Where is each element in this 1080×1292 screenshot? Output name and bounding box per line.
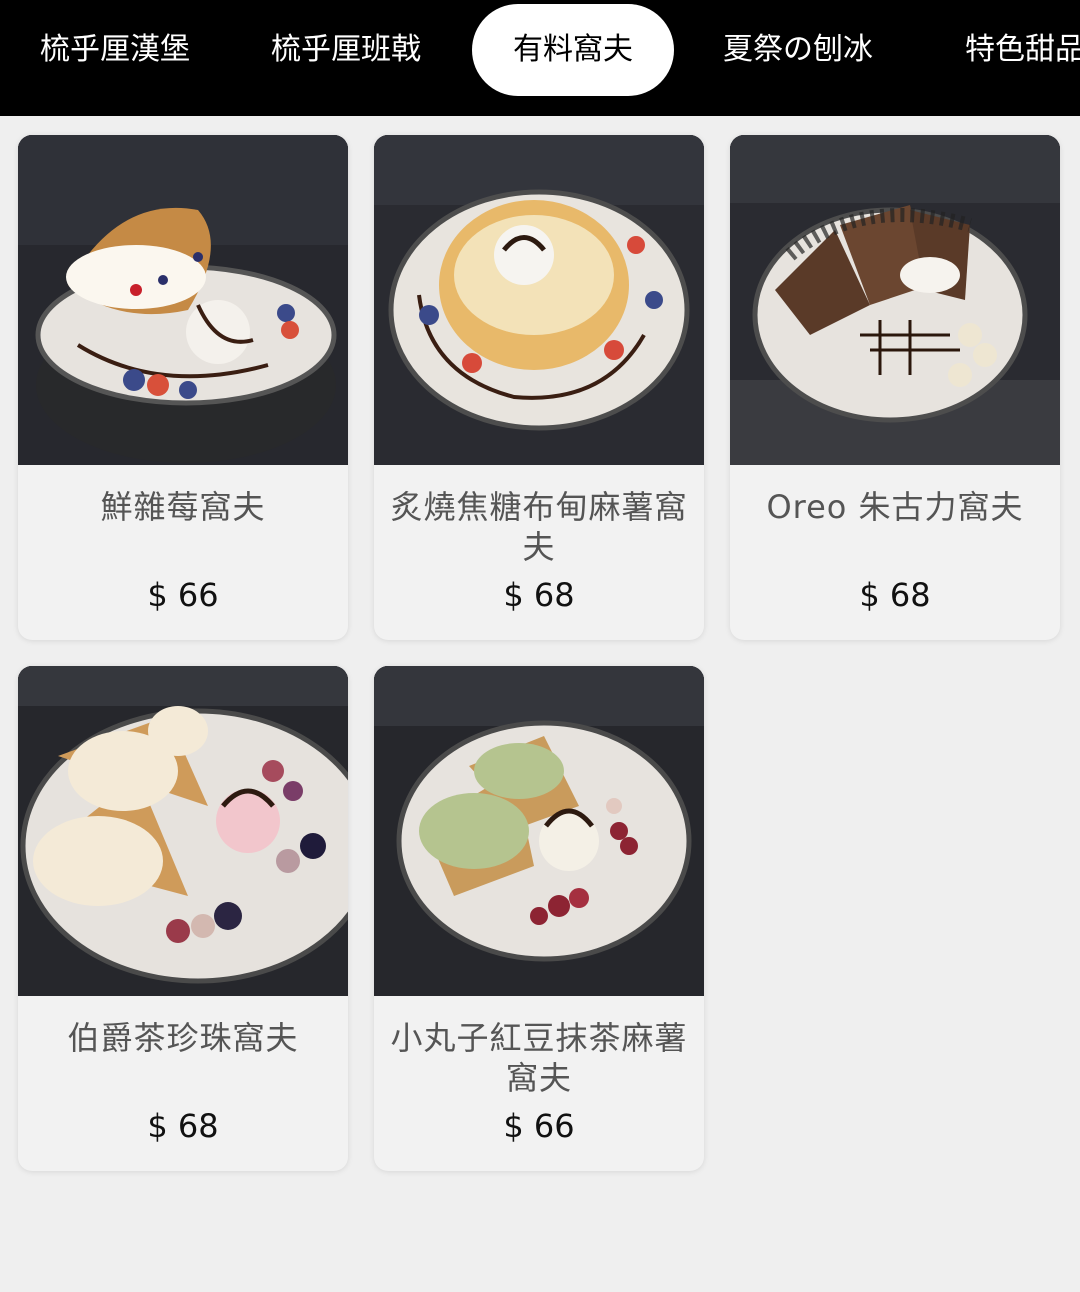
product-price: $ 68 bbox=[859, 576, 931, 614]
product-photo bbox=[18, 135, 348, 465]
tab-waffles[interactable]: 有料窩夫 bbox=[472, 4, 674, 96]
product-name: Oreo 朱古力窩夫 bbox=[766, 488, 1024, 526]
product-price: $ 68 bbox=[147, 1107, 219, 1145]
product-price: $ 66 bbox=[503, 1107, 575, 1145]
product-name: 小丸子紅豆抹茶麻薯窩夫 bbox=[390, 1019, 688, 1097]
product-card[interactable]: 小丸子紅豆抹茶麻薯窩夫 $ 66 bbox=[374, 666, 704, 1171]
product-card[interactable]: Oreo 朱古力窩夫 $ 68 bbox=[730, 135, 1060, 640]
category-tab-bar: 梳乎厘漢堡 梳乎厘班戟 有料窩夫 夏祭の刨冰 特色甜品 bbox=[0, 0, 1080, 116]
product-name: 伯爵茶珍珠窩夫 bbox=[67, 1019, 299, 1057]
tab-souffle-burger[interactable]: 梳乎厘漢堡 bbox=[0, 4, 230, 96]
product-card[interactable]: 鮮雜莓窩夫 $ 66 bbox=[18, 135, 348, 640]
tab-shaved-ice[interactable]: 夏祭の刨冰 bbox=[700, 4, 896, 96]
product-name: 炙燒焦糖布甸麻薯窩夫 bbox=[390, 488, 688, 566]
product-photo bbox=[730, 135, 1060, 465]
tab-souffle-pancake[interactable]: 梳乎厘班戟 bbox=[232, 4, 460, 96]
product-price: $ 68 bbox=[503, 576, 575, 614]
tab-special-desserts[interactable]: 特色甜品 bbox=[930, 4, 1080, 96]
product-photo bbox=[374, 135, 704, 465]
product-photo bbox=[374, 666, 704, 996]
product-name: 鮮雜莓窩夫 bbox=[100, 488, 266, 526]
product-card[interactable]: 伯爵茶珍珠窩夫 $ 68 bbox=[18, 666, 348, 1171]
product-card[interactable]: 炙燒焦糖布甸麻薯窩夫 $ 68 bbox=[374, 135, 704, 640]
product-photo bbox=[18, 666, 348, 996]
product-price: $ 66 bbox=[147, 576, 219, 614]
